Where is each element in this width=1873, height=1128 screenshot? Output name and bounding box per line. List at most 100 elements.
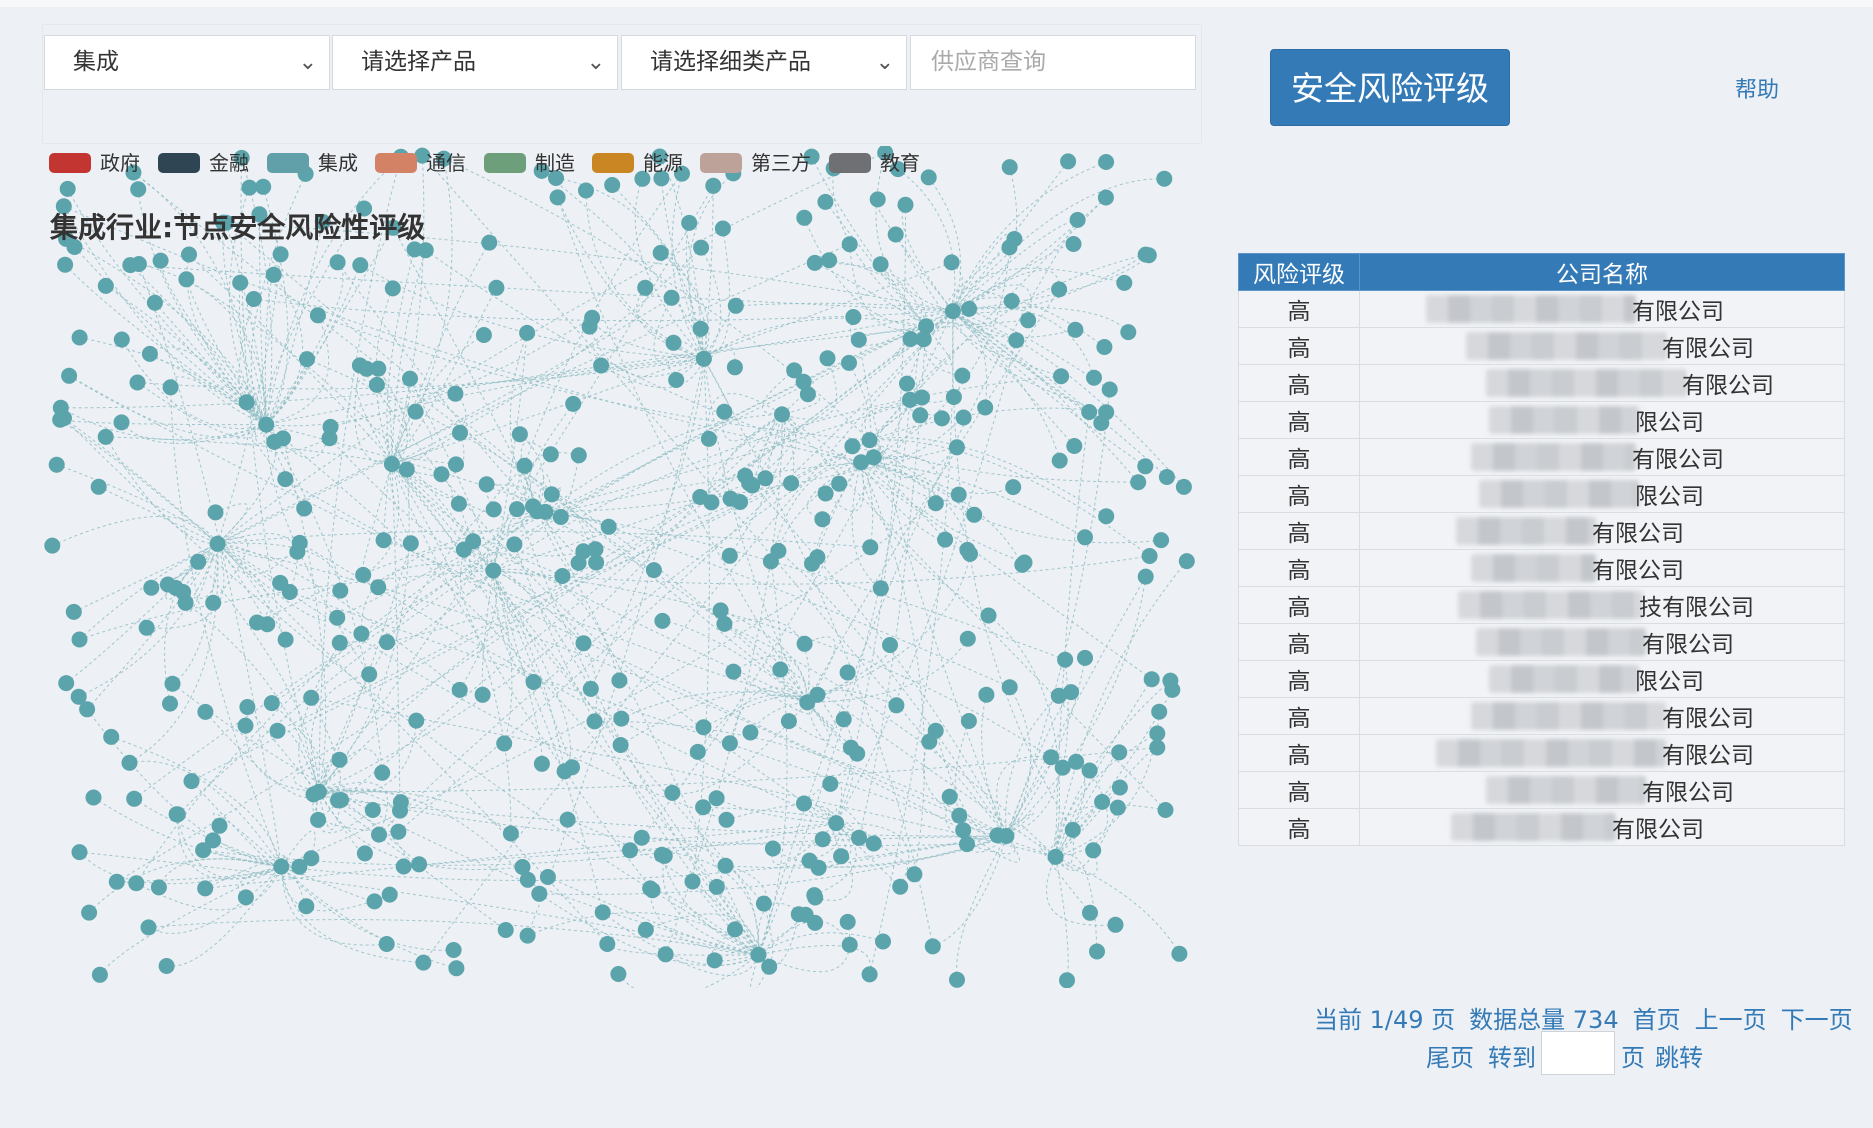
graph-node[interactable] [395,858,412,875]
graph-node[interactable] [706,952,723,969]
graph-node[interactable] [570,554,587,571]
graph-node[interactable] [309,307,326,324]
graph-node[interactable] [321,430,338,447]
graph-node[interactable] [716,615,733,632]
graph-node[interactable] [770,542,787,559]
graph-node[interactable] [872,580,889,597]
graph-node[interactable] [71,844,88,861]
graph-node[interactable] [511,426,528,443]
table-row[interactable]: 高 有限公司 [1238,549,1845,587]
graph-node[interactable] [844,438,861,455]
graph-node[interactable] [741,475,758,492]
graph-node[interactable] [851,829,867,846]
graph-node[interactable] [966,506,983,523]
graph-node[interactable] [959,630,976,647]
graph-node[interactable] [586,713,603,730]
graph-node[interactable] [519,927,536,944]
graph-node[interactable] [1094,793,1111,810]
graph-node[interactable] [450,495,467,512]
graph-node[interactable] [807,889,824,906]
graph-node[interactable] [841,936,858,953]
graph-node[interactable] [796,209,813,226]
graph-node[interactable] [97,428,114,445]
graph-node[interactable] [488,279,505,296]
graph-node[interactable] [1137,458,1154,475]
graph-node[interactable] [371,826,387,843]
graph-node[interactable] [933,410,950,427]
graph-node[interactable] [914,389,930,406]
graph-node[interactable] [665,334,682,351]
graph-node[interactable] [875,933,891,950]
graph-node[interactable] [141,345,158,362]
graph-node[interactable] [1043,749,1059,766]
graph-node[interactable] [1149,739,1166,756]
graph-node[interactable] [575,635,592,652]
graph-node[interactable] [1008,332,1025,349]
graph-node[interactable] [718,811,735,828]
graph-node[interactable] [795,373,812,390]
graph-node[interactable] [542,446,559,463]
graph-node[interactable] [1098,154,1115,170]
graph-node[interactable] [1098,508,1115,525]
graph-node[interactable] [529,503,546,520]
graph-node[interactable] [71,631,88,648]
graph-node[interactable] [951,807,968,824]
graph-node[interactable] [370,579,387,596]
graph-node[interactable] [716,403,733,420]
graph-node[interactable] [725,663,742,680]
graph-node[interactable] [924,938,941,955]
graph-node[interactable] [633,829,650,846]
graph-node[interactable] [448,456,464,473]
graph-node[interactable] [398,461,415,478]
graph-node[interactable] [525,674,542,690]
graph-node[interactable] [162,379,179,396]
graph-node[interactable] [684,873,701,890]
graph-node[interactable] [897,196,914,213]
graph-node[interactable] [379,634,395,651]
graph-node[interactable] [374,764,391,781]
graph-node[interactable] [841,236,858,253]
graph-node[interactable] [726,359,743,376]
graph-node[interactable] [299,351,315,368]
graph-node[interactable] [853,454,870,471]
graph-node[interactable] [708,878,725,895]
graph-node[interactable] [239,699,256,715]
graph-node[interactable] [197,880,214,897]
graph-node[interactable] [817,485,834,502]
graph-node[interactable] [158,958,175,974]
graph-node[interactable] [906,866,923,883]
graph-node[interactable] [549,189,566,206]
graph-node[interactable] [138,619,155,636]
graph-node[interactable] [113,414,130,431]
graph-node[interactable] [447,385,464,402]
graph-node[interactable] [129,374,146,391]
graph-node[interactable] [565,395,582,412]
graph-node[interactable] [402,370,418,387]
graph-node[interactable] [519,871,536,888]
table-row[interactable]: 高 有限公司 [1238,327,1845,365]
graph-node[interactable] [519,324,536,341]
graph-node[interactable] [277,631,294,648]
graph-node[interactable] [948,439,965,456]
graph-node[interactable] [604,177,621,193]
graph-node[interactable] [445,942,462,958]
graph-node[interactable] [695,350,712,367]
graph-node[interactable] [351,357,368,374]
jump-button[interactable]: 跳转 [1655,1044,1703,1072]
graph-node[interactable] [331,751,348,768]
graph-node[interactable] [1096,339,1113,355]
graph-node[interactable] [1077,649,1093,666]
graph-node[interactable] [664,784,681,801]
graph-node[interactable] [91,966,108,983]
graph-node[interactable] [918,318,935,335]
graph-node[interactable] [90,478,107,495]
graph-node[interactable] [950,486,967,503]
graph-node[interactable] [552,509,569,525]
graph-node[interactable] [761,958,778,975]
graph-node[interactable] [559,811,576,828]
graph-node[interactable] [644,882,661,899]
graph-node[interactable] [353,625,370,642]
graph-node[interactable] [637,279,654,296]
graph-node[interactable] [1020,312,1037,329]
graph-node[interactable] [780,713,797,730]
